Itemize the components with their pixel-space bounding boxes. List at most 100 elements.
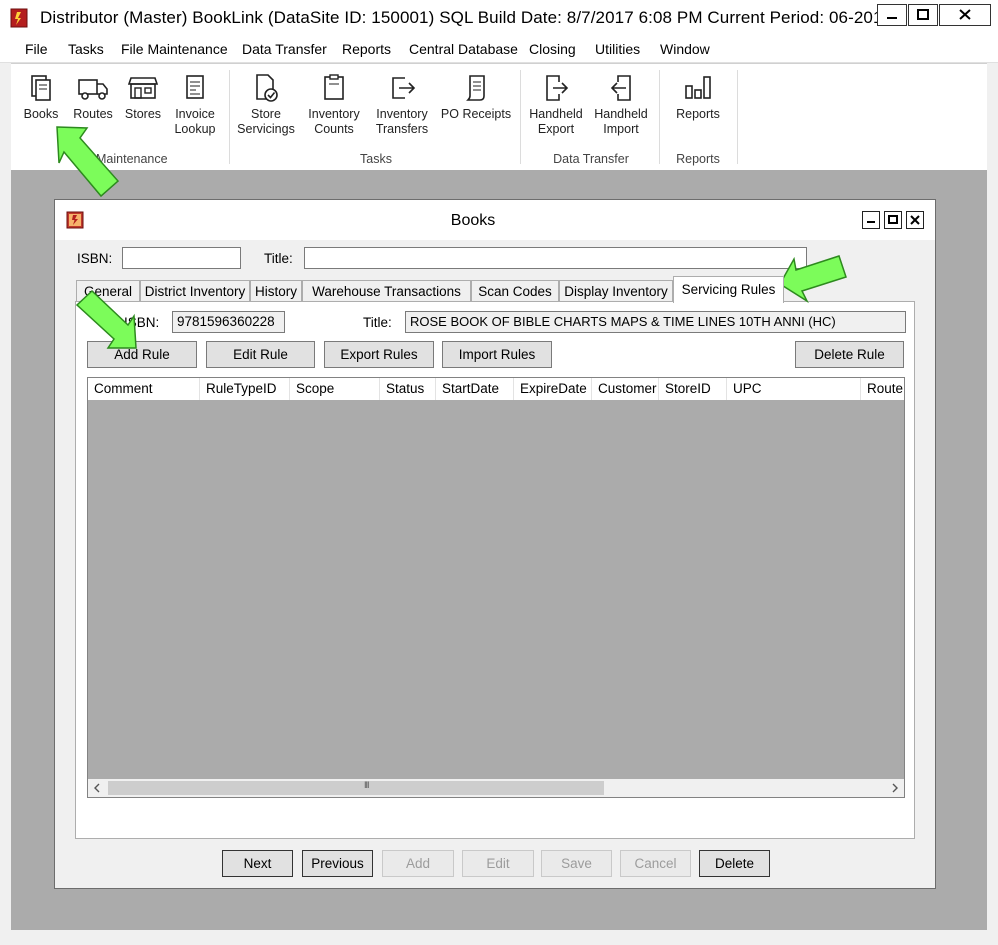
column-header-expiredate[interactable]: ExpireDate — [514, 378, 592, 400]
grid-header: Comment RuleTypeID Scope Status StartDat… — [88, 378, 904, 400]
save-button[interactable]: Save — [541, 850, 612, 877]
window-border-left — [0, 0, 11, 945]
isbn-search-input[interactable] — [122, 247, 241, 269]
tab-servicing-rules[interactable]: Servicing Rules — [673, 276, 784, 303]
close-button[interactable] — [939, 4, 991, 26]
menu-window[interactable]: Window — [660, 41, 710, 57]
books-title-bar: Books — [55, 200, 935, 240]
maximize-button[interactable] — [908, 4, 938, 26]
ribbon-po-receipts-button[interactable]: PO Receipts — [440, 72, 512, 122]
delete-rule-button[interactable]: Delete Rule — [795, 341, 904, 368]
servicing-rules-panel: ISBN: 9781596360228 Title: ROSE BOOK OF … — [75, 301, 915, 839]
menu-utilities[interactable]: Utilities — [595, 41, 640, 57]
tab-district-inventory[interactable]: District Inventory — [140, 280, 250, 302]
tab-warehouse-transactions[interactable]: Warehouse Transactions — [302, 280, 471, 302]
ribbon-label: Import — [603, 122, 639, 136]
window-border-right — [987, 0, 998, 945]
import-rules-button[interactable]: Import Rules — [442, 341, 552, 368]
minimize-button[interactable] — [877, 4, 907, 26]
ribbon-label: Transfers — [375, 122, 429, 136]
mdi-restore-button[interactable] — [884, 211, 902, 229]
window-border-bottom — [0, 930, 998, 945]
panel-title-field: ROSE BOOK OF BIBLE CHARTS MAPS & TIME LI… — [405, 311, 906, 333]
mdi-minimize-button[interactable] — [862, 211, 880, 229]
menu-reports[interactable]: Reports — [342, 41, 391, 57]
ribbon-label: Inventory — [376, 107, 428, 121]
next-button[interactable]: Next — [222, 850, 293, 877]
ribbon-label: Counts — [314, 122, 354, 136]
receipt-icon — [466, 75, 485, 101]
column-header-comment[interactable]: Comment — [88, 378, 200, 400]
menu-central-database[interactable]: Central Database — [409, 41, 518, 57]
ribbon-label: Reports — [676, 107, 720, 121]
books-window-title: Books — [450, 212, 496, 229]
ribbon-inventory-transfers-button[interactable]: Inventory Transfers — [372, 72, 432, 137]
scroll-right-icon[interactable] — [890, 783, 900, 793]
column-header-status[interactable]: Status — [380, 378, 436, 400]
ribbon-stores-button[interactable]: Stores — [123, 72, 163, 122]
previous-button[interactable]: Previous — [302, 850, 373, 877]
menu-bar: File Tasks File Maintenance Data Transfe… — [0, 36, 998, 63]
add-rule-button[interactable]: Add Rule — [87, 341, 197, 368]
tab-scan-codes[interactable]: Scan Codes — [471, 280, 559, 302]
ribbon-separator — [737, 70, 738, 164]
app-logo-icon — [10, 8, 28, 28]
ribbon-group-reports: Reports — [676, 152, 720, 166]
ribbon-handheld-export-button[interactable]: Handheld Export — [527, 72, 585, 137]
ribbon-label: Invoice — [175, 107, 215, 121]
ribbon-label: Handheld — [529, 107, 583, 121]
ribbon-toolbar: Books Routes Stores Invoice Lookup File … — [11, 63, 987, 171]
column-header-scope[interactable]: Scope — [290, 378, 380, 400]
bar-chart-icon — [685, 76, 711, 99]
ribbon-label: Lookup — [174, 122, 216, 136]
menu-file[interactable]: File — [25, 41, 48, 57]
books-window: Books ISBN: Title: General District Inve… — [54, 199, 936, 889]
edit-rule-button[interactable]: Edit Rule — [206, 341, 315, 368]
column-header-route[interactable]: Route — [861, 378, 904, 400]
ribbon-inventory-counts-button[interactable]: Inventory Counts — [304, 72, 364, 137]
document-check-icon — [256, 74, 278, 102]
column-header-ruletypeid[interactable]: RuleTypeID — [200, 378, 290, 400]
app-title-bar: Distributor (Master) BookLink (DataSite … — [0, 0, 998, 36]
ribbon-separator — [659, 70, 660, 164]
horizontal-scrollbar[interactable]: III — [88, 779, 904, 797]
truck-icon — [78, 79, 108, 100]
column-header-storeid[interactable]: StoreID — [659, 378, 727, 400]
tab-general[interactable]: General — [76, 280, 140, 302]
tab-history[interactable]: History — [250, 280, 302, 302]
scrollbar-thumb[interactable]: III — [108, 780, 604, 795]
delete-button[interactable]: Delete — [699, 850, 770, 877]
mdi-close-button[interactable] — [906, 211, 924, 229]
title-label: Title: — [264, 251, 293, 266]
ribbon-store-servicings-button[interactable]: Store Servicings — [235, 72, 297, 137]
ribbon-label: Export — [537, 122, 575, 136]
add-button[interactable]: Add — [382, 850, 454, 877]
edit-button[interactable]: Edit — [462, 850, 534, 877]
books-icon — [31, 75, 51, 101]
menu-file-maintenance[interactable]: File Maintenance — [121, 41, 228, 57]
panel-isbn-field: 9781596360228 — [172, 311, 285, 333]
menu-data-transfer[interactable]: Data Transfer — [242, 41, 327, 57]
export-rules-button[interactable]: Export Rules — [324, 341, 434, 368]
ribbon-handheld-import-button[interactable]: Handheld Import — [592, 72, 650, 137]
invoice-icon — [186, 75, 204, 99]
ribbon-books-button[interactable]: Books — [22, 72, 60, 122]
tab-display-inventory[interactable]: Display Inventory — [559, 280, 673, 302]
ribbon-label: Books — [23, 107, 59, 121]
column-header-startdate[interactable]: StartDate — [436, 378, 514, 400]
scroll-left-icon[interactable] — [92, 783, 102, 793]
ribbon-label: Store — [251, 107, 281, 121]
cancel-button[interactable]: Cancel — [620, 850, 691, 877]
column-header-customer[interactable]: Customer — [592, 378, 659, 400]
transfer-icon — [392, 77, 416, 99]
export-icon — [546, 75, 569, 101]
ribbon-invoice-lookup-button[interactable]: Invoice Lookup — [172, 72, 218, 137]
ribbon-separator — [520, 70, 521, 164]
servicing-rules-grid[interactable]: Comment RuleTypeID Scope Status StartDat… — [87, 377, 905, 798]
ribbon-routes-button[interactable]: Routes — [70, 72, 116, 122]
menu-tasks[interactable]: Tasks — [68, 41, 104, 57]
ribbon-reports-button[interactable]: Reports — [672, 72, 724, 122]
menu-closing[interactable]: Closing — [529, 41, 576, 57]
title-search-input[interactable] — [304, 247, 807, 269]
column-header-upc[interactable]: UPC — [727, 378, 861, 400]
